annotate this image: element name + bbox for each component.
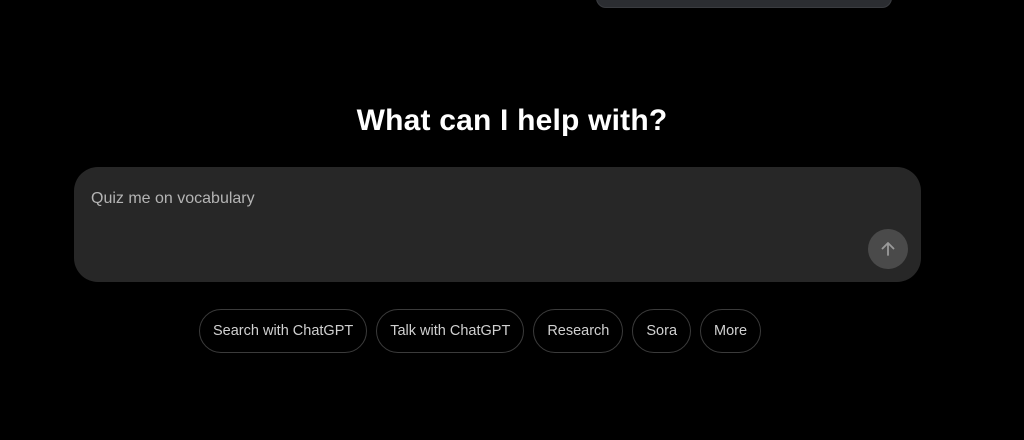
suggestion-chips: Search with ChatGPT Talk with ChatGPT Re… xyxy=(199,309,762,353)
send-button[interactable] xyxy=(868,229,908,269)
sora-button[interactable]: Sora xyxy=(632,309,692,353)
page-title: What can I help with? xyxy=(356,104,668,137)
search-with-chatgpt-button[interactable]: Search with ChatGPT xyxy=(199,309,368,353)
talk-with-chatgpt-button[interactable]: Talk with ChatGPT xyxy=(376,309,525,353)
prompt-input[interactable] xyxy=(91,187,851,211)
more-button[interactable]: More xyxy=(700,309,762,353)
research-button[interactable]: Research xyxy=(533,309,624,353)
prompt-composer[interactable] xyxy=(74,167,921,282)
arrow-up-icon xyxy=(881,242,895,256)
top-panel-edge xyxy=(596,0,892,8)
chat-home-page: What can I help with? Search with ChatGP… xyxy=(0,0,1024,440)
